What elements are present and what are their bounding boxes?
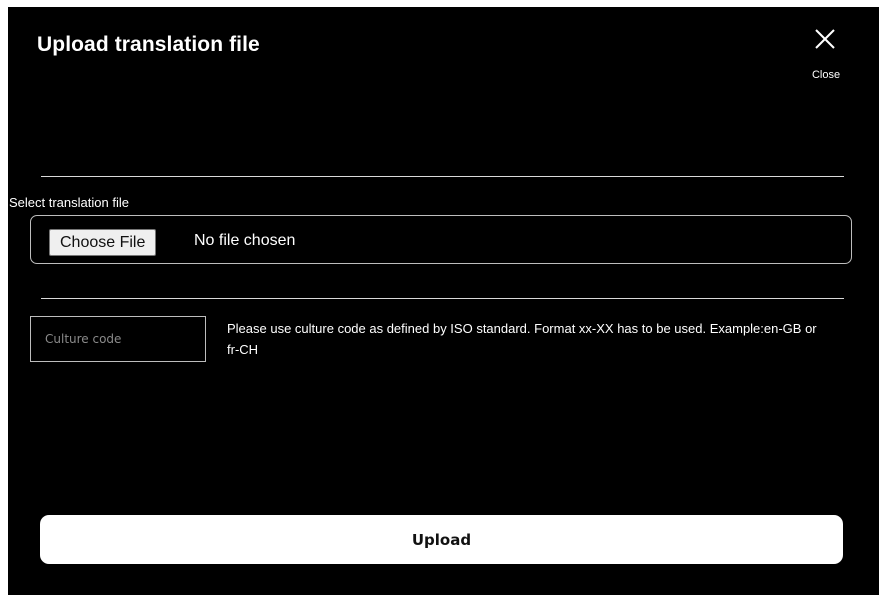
close-icon	[815, 29, 835, 49]
file-status: No file chosen	[194, 232, 296, 249]
close-label: Close	[811, 69, 841, 81]
culture-code-input[interactable]	[30, 316, 206, 362]
dialog-title: Upload translation file	[37, 33, 260, 56]
file-input[interactable]: Choose File No file chosen	[30, 215, 852, 264]
divider	[41, 176, 844, 177]
culture-code-help-text: Please use culture code as defined by IS…	[227, 321, 817, 357]
close-button[interactable]: Close	[801, 25, 849, 85]
upload-button[interactable]: Upload	[40, 515, 843, 564]
choose-file-button[interactable]: Choose File	[49, 229, 157, 256]
upload-translation-dialog: Upload translation file Close Select tra…	[8, 7, 879, 595]
divider	[41, 298, 844, 299]
file-field-label: Select translation file	[9, 195, 129, 210]
